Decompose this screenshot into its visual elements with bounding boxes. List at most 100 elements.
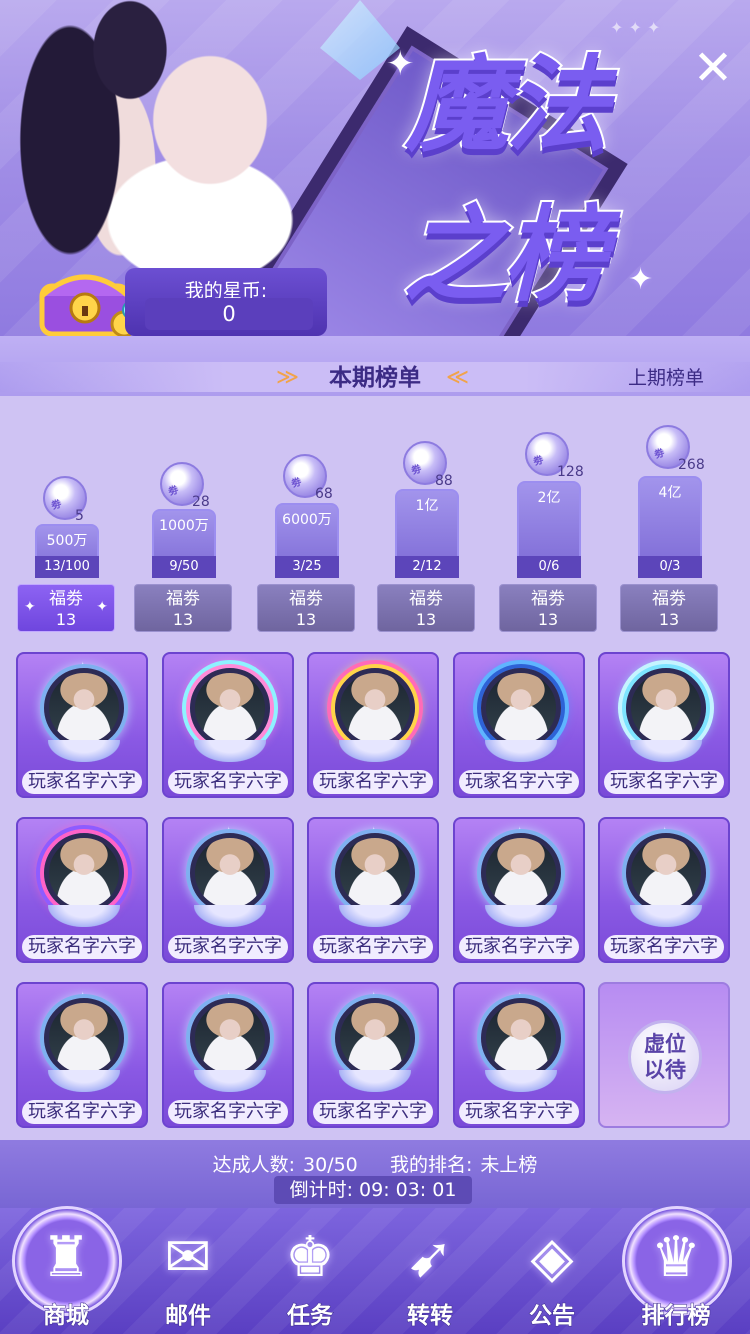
reward-count: 5	[75, 508, 84, 524]
coupon-icon-text: 劵	[167, 484, 180, 499]
nav-item-crest[interactable]: ♛ 排行榜	[616, 1206, 736, 1334]
player-card[interactable]: ✦玩家名字六字	[162, 817, 294, 963]
tier-goal: 500万	[46, 533, 88, 549]
wing-icon	[339, 1070, 411, 1092]
nav-item-castle[interactable]: ♜ 商城	[6, 1206, 126, 1334]
player-name: 玩家名字六字	[168, 770, 288, 794]
wing-icon	[48, 740, 120, 762]
title-line-1: 魔法	[403, 41, 611, 168]
my-rank-value: 未上榜	[480, 1154, 538, 1176]
wing-icon	[194, 905, 266, 927]
player-name: 玩家名字六字	[168, 1100, 288, 1124]
sparkle-icon: ✦ ✦ ✦	[610, 18, 661, 37]
player-name: 玩家名字六字	[459, 1100, 579, 1124]
tab-current-period[interactable]: 本期榜单	[280, 362, 470, 394]
player-card[interactable]: ✦玩家名字六字	[162, 652, 294, 798]
coupon-button[interactable]: 福劵 13	[499, 584, 597, 632]
tier-progress: 0/3	[638, 556, 702, 578]
reward-count: 268	[678, 457, 705, 473]
tier-progress: 3/25	[275, 556, 339, 578]
wing-icon	[48, 905, 120, 927]
player-name: 玩家名字六字	[604, 935, 724, 959]
achieved-value: 30/50	[303, 1154, 358, 1176]
reward-count: 68	[315, 486, 333, 502]
player-name: 玩家名字六字	[313, 770, 433, 794]
avatar	[481, 668, 561, 748]
crest-icon: ♛	[650, 1225, 702, 1290]
coupon-button[interactable]: 福劵 13	[620, 584, 718, 632]
avatar	[44, 668, 124, 748]
player-card[interactable]: ✦玩家名字六字	[453, 817, 585, 963]
vacant-slot: 虚位 以待	[598, 982, 730, 1128]
avatar	[44, 833, 124, 913]
bow-icon: ➹	[406, 1225, 454, 1290]
avatar	[481, 998, 561, 1078]
player-card[interactable]: ✦玩家名字六字	[16, 982, 148, 1128]
player-card[interactable]: ✦玩家名字六字	[307, 817, 439, 963]
coupon-button[interactable]: ✦ ✦ 福劵 13	[17, 584, 115, 632]
avatar	[190, 998, 270, 1078]
sparkle-icon: ✦	[386, 44, 415, 84]
treasure-chest-icon	[32, 262, 142, 340]
tier-progress: 0/6	[517, 556, 581, 578]
coupon-icon-text: 劵	[290, 476, 303, 491]
nav-item-rings[interactable]: ✉ 邮件	[128, 1208, 248, 1334]
player-card[interactable]: ✦玩家名字六字	[307, 652, 439, 798]
banner: 魔法 之榜 ✦ ✦ ✦ ✦ ✦ ✕ 我的星币: 0	[0, 0, 750, 340]
player-card[interactable]: ✦玩家名字六字	[598, 652, 730, 798]
tier-goal: 2亿	[537, 490, 561, 506]
wing-icon	[194, 1070, 266, 1092]
figures-icon: ♚	[284, 1225, 336, 1290]
avatar	[626, 668, 706, 748]
nav-item-figures[interactable]: ♚ 任务	[250, 1208, 370, 1334]
my-coins-panel: 我的星币: 0	[125, 268, 327, 336]
coupon-button[interactable]: 福劵 13	[134, 584, 232, 632]
player-name: 玩家名字六字	[604, 770, 724, 794]
avatar	[481, 833, 561, 913]
coupon-count: 13	[295, 610, 317, 629]
wing-icon	[48, 1070, 120, 1092]
wing-icon	[485, 740, 557, 762]
vacant-line-1: 虚位	[644, 1032, 686, 1056]
player-card[interactable]: ✦玩家名字六字	[16, 817, 148, 963]
avatar	[190, 833, 270, 913]
tab-previous-period[interactable]: 上期榜单	[628, 364, 704, 392]
avatar	[335, 998, 415, 1078]
tier-goal: 4亿	[658, 485, 682, 501]
player-card[interactable]: ✦玩家名字六字	[453, 982, 585, 1128]
countdown-label: 倒计时:	[289, 1179, 353, 1201]
player-card[interactable]: ✦玩家名字六字	[307, 982, 439, 1128]
wing-icon	[339, 905, 411, 927]
coupon-button[interactable]: 福劵 13	[377, 584, 475, 632]
player-card[interactable]: ✦玩家名字六字	[598, 817, 730, 963]
rings-icon: ✉	[164, 1225, 212, 1290]
wing-icon	[630, 740, 702, 762]
nav-label: 公告	[529, 1303, 576, 1330]
castle-icon: ♜	[40, 1225, 92, 1290]
coupon-button[interactable]: 福劵 13	[257, 584, 355, 632]
nav-label: 商城	[43, 1303, 90, 1330]
player-name: 玩家名字六字	[459, 935, 579, 959]
close-button[interactable]: ✕	[690, 44, 736, 94]
wing-icon	[630, 905, 702, 927]
reward-count: 28	[192, 494, 210, 510]
reward-count: 128	[557, 464, 584, 480]
vacant-line-2: 以待	[644, 1058, 686, 1082]
player-name: 玩家名字六字	[313, 1100, 433, 1124]
player-name: 玩家名字六字	[22, 935, 142, 959]
nav-label: 排行榜	[641, 1303, 711, 1330]
avatar	[44, 998, 124, 1078]
player-card[interactable]: ✦玩家名字六字	[162, 982, 294, 1128]
wing-icon	[485, 905, 557, 927]
player-card[interactable]: ✦玩家名字六字	[16, 652, 148, 798]
player-card[interactable]: ✦玩家名字六字	[453, 652, 585, 798]
player-name: 玩家名字六字	[22, 1100, 142, 1124]
nav-item-bow[interactable]: ➹ 转转	[370, 1208, 490, 1334]
coupon-label: 福劵	[289, 589, 323, 609]
player-name: 玩家名字六字	[22, 770, 142, 794]
nav-item-mask[interactable]: ◈ 公告	[492, 1208, 612, 1334]
tier-goal: 6000万	[282, 512, 332, 528]
coupon-label: 福劵	[531, 589, 565, 609]
sparkle-icon: ✦	[24, 599, 36, 615]
stats-row: 达成人数: 30/50 我的排名: 未上榜	[0, 1150, 750, 1177]
